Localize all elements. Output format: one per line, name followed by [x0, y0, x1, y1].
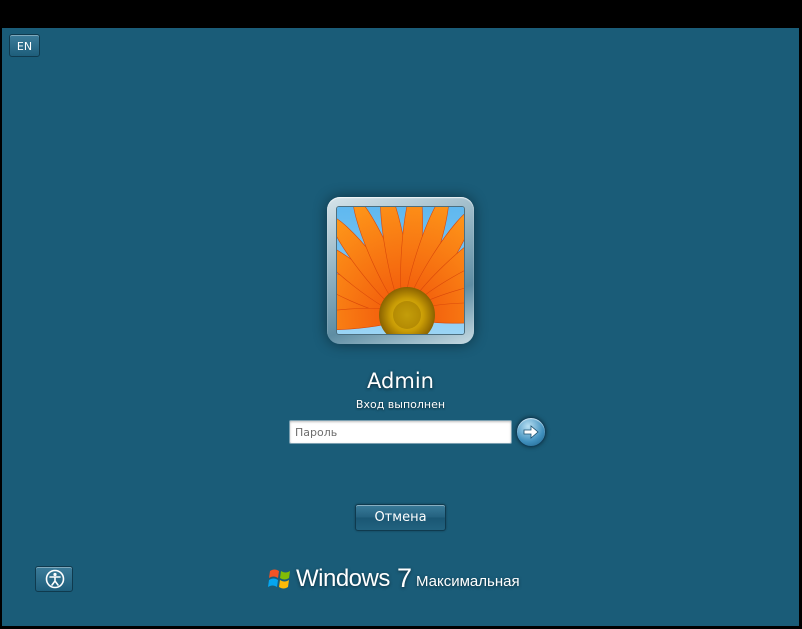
user-name: Admin — [367, 369, 434, 393]
product-version: 7 — [397, 563, 413, 593]
logon-screen: EN Admin Вход выполнен Отмена Windows 7 … — [2, 28, 799, 626]
windows-flag-icon — [268, 569, 290, 589]
ease-of-access-icon — [45, 569, 65, 589]
ease-of-access-button[interactable] — [35, 566, 73, 592]
product-name: Windows — [296, 565, 390, 592]
user-tile — [327, 197, 474, 344]
password-input[interactable] — [289, 420, 512, 444]
logon-status: Вход выполнен — [355, 398, 446, 411]
arrow-right-icon — [523, 425, 539, 439]
flower-avatar-icon — [336, 206, 465, 335]
language-button[interactable]: EN — [9, 34, 40, 57]
submit-button[interactable] — [516, 417, 546, 447]
product-edition: Максимальная — [416, 573, 520, 590]
cancel-button[interactable]: Отмена — [355, 504, 446, 531]
